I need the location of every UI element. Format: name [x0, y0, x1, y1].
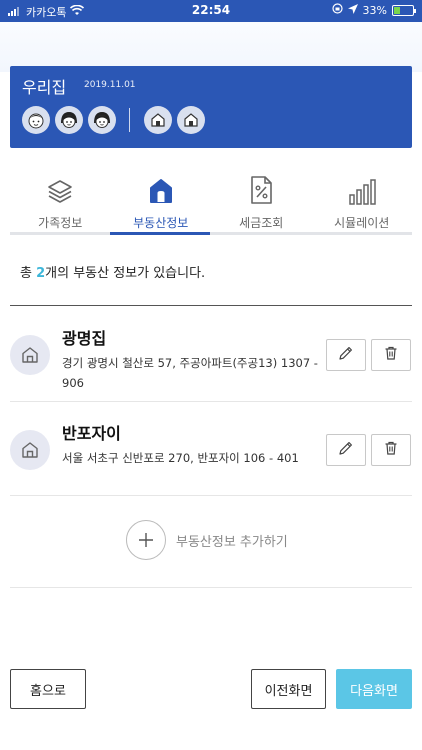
summary-suffix: 개의 부동산 정보가 있습니다.	[45, 266, 206, 281]
add-property-label: 부동산정보 추가하기	[176, 534, 288, 550]
rotation-lock-icon	[331, 3, 343, 17]
tab-label: 부동산정보	[133, 216, 189, 230]
property-item[interactable]: 반포자이 서울 서초구 신반포로 270, 반포자이 106 - 401	[10, 402, 412, 496]
tab-label: 시뮬레이션	[334, 216, 390, 230]
pencil-icon	[338, 345, 354, 365]
trash-icon	[383, 345, 399, 365]
tab-label: 세금조회	[239, 216, 284, 230]
plus-icon	[126, 520, 166, 560]
tab-label: 가족정보	[38, 216, 83, 230]
property-address: 경기 광명시 철산로 57, 주공아파트(주공13) 1307 - 906	[62, 356, 318, 390]
tab-underline	[10, 232, 412, 235]
tab-tax-inquiry[interactable]: 세금조회	[211, 170, 312, 236]
battery-percent: 33%	[362, 3, 387, 17]
layers-icon	[46, 177, 74, 208]
house-outline-icon	[10, 430, 50, 470]
tab-bar: 가족정보 부동산정보 세금조회 시뮬레이션	[10, 170, 412, 236]
family-name: 우리집	[22, 78, 67, 97]
house-avatar-icon	[177, 106, 205, 134]
delete-property-button[interactable]	[371, 434, 411, 466]
next-screen-button[interactable]: 다음화면	[336, 669, 412, 709]
percent-doc-icon	[248, 175, 274, 208]
edit-property-button[interactable]	[326, 339, 366, 371]
avatar-divider	[129, 108, 130, 132]
boy-avatar-icon	[22, 106, 50, 134]
battery-icon	[392, 4, 416, 16]
girl-avatar-icon	[88, 106, 116, 134]
tab-family-info[interactable]: 가족정보	[10, 170, 111, 236]
girl-avatar-icon	[55, 106, 83, 134]
summary-prefix: 총	[20, 266, 37, 281]
edit-property-button[interactable]	[326, 434, 366, 466]
header-background	[0, 22, 422, 72]
trash-icon	[383, 440, 399, 460]
family-date: 2019.11.01	[84, 80, 136, 90]
house-avatar-icon	[144, 106, 172, 134]
property-count-summary: 총 2개의 부동산 정보가 있습니다.	[20, 262, 205, 281]
property-count: 2	[36, 266, 46, 281]
property-item[interactable]: 광명집 경기 광명시 철산로 57, 주공아파트(주공13) 1307 - 90…	[10, 307, 412, 401]
pencil-icon	[338, 440, 354, 460]
tab-property-info[interactable]: 부동산정보	[111, 170, 212, 236]
add-property-button[interactable]: 부동산정보 추가하기	[126, 520, 288, 560]
previous-screen-button[interactable]: 이전화면	[251, 669, 326, 709]
item-separator	[10, 587, 412, 588]
list-divider	[10, 305, 412, 306]
property-name: 반포자이	[62, 424, 121, 443]
location-icon	[347, 3, 358, 17]
delete-property-button[interactable]	[371, 339, 411, 371]
property-address: 서울 서초구 신반포로 270, 반포자이 106 - 401	[62, 451, 299, 465]
property-name: 광명집	[62, 329, 107, 348]
status-bar: 카카오톡 22:54 33%	[0, 0, 422, 22]
item-separator	[10, 495, 412, 496]
avatar-row	[22, 106, 210, 134]
tab-simulation[interactable]: 시뮬레이션	[312, 170, 413, 236]
bar-chart-icon	[348, 179, 376, 208]
active-tab-indicator	[110, 232, 210, 235]
family-card[interactable]: 우리집 2019.11.01	[10, 66, 412, 148]
house-outline-icon	[10, 335, 50, 375]
home-button[interactable]: 홈으로	[10, 669, 86, 709]
house-icon	[148, 177, 174, 208]
